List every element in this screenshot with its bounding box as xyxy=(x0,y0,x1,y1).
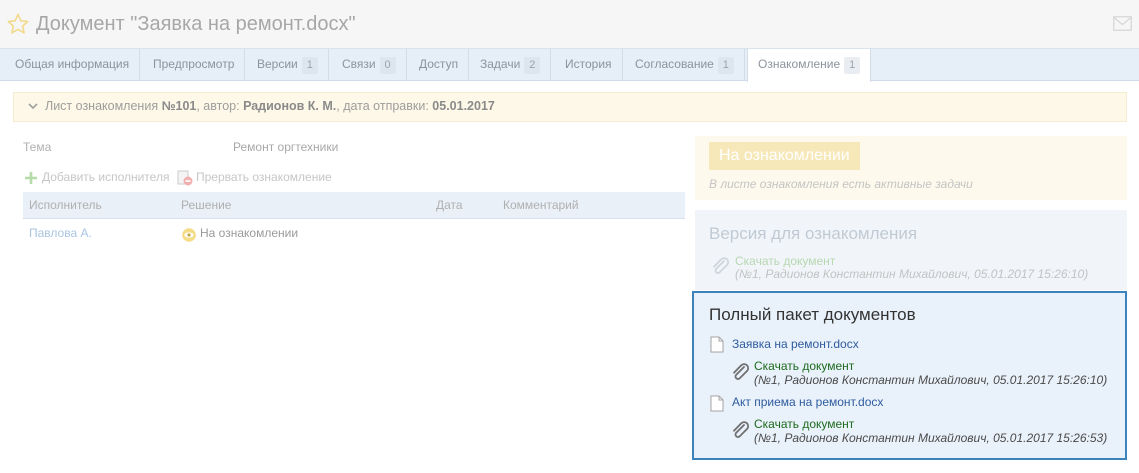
paperclip-icon xyxy=(733,363,750,380)
date-label: , дата отправки: xyxy=(336,99,433,113)
tab-label: История xyxy=(565,57,612,71)
tab-general[interactable]: Общая информация xyxy=(5,49,141,80)
tab-access[interactable]: Доступ xyxy=(409,49,470,80)
column-header-decision[interactable]: Решение xyxy=(181,198,231,212)
tab-label: Доступ xyxy=(419,57,459,71)
executors-table-header xyxy=(23,192,685,219)
stop-review-button[interactable]: Прервать ознакомление xyxy=(196,170,332,184)
chevron-down-icon[interactable] xyxy=(27,100,39,112)
status-note: В листе ознакомления есть активные задач… xyxy=(709,177,973,191)
count-badge: 2 xyxy=(524,57,541,74)
tab-label: Ознакомление xyxy=(758,57,841,71)
package-download-link[interactable]: Скачать документ xyxy=(754,417,854,431)
tab-label: Задачи xyxy=(480,57,521,71)
tab-approval[interactable]: Согласование 1 xyxy=(625,49,745,80)
package-download-link[interactable]: Скачать документ xyxy=(754,359,854,373)
tab-label: Связи xyxy=(342,57,376,71)
add-executor-button[interactable]: Добавить исполнителя xyxy=(42,170,169,184)
package-title: Полный пакет документов xyxy=(709,305,916,324)
sheet-date: 05.01.2017 xyxy=(432,99,495,113)
eye-icon xyxy=(182,228,196,242)
topic-label: Тема xyxy=(23,140,52,154)
document-icon xyxy=(710,395,724,412)
executor-link[interactable]: Павлова А. xyxy=(29,226,92,240)
paperclip-icon xyxy=(733,421,750,438)
stop-document-icon[interactable] xyxy=(177,170,193,186)
envelope-icon[interactable] xyxy=(1113,16,1132,31)
column-header-comment[interactable]: Комментарий xyxy=(503,198,579,212)
tab-history[interactable]: История xyxy=(555,49,623,80)
tab-versions[interactable]: Версии 1 xyxy=(247,49,329,80)
count-badge: 1 xyxy=(301,57,318,74)
package-file-meta: (№1, Радионов Константин Михайлович, 05.… xyxy=(754,431,1108,445)
tab-label: Предпросмотр xyxy=(153,57,235,71)
count-badge: 1 xyxy=(717,57,734,74)
tab-acquaintance[interactable]: Ознакомление 1 xyxy=(747,49,872,82)
version-title: Версия для ознакомления xyxy=(709,224,918,243)
sheet-prefix: Лист ознакомления xyxy=(45,99,162,113)
status-badge: На ознакомлении xyxy=(709,142,860,170)
count-badge: 0 xyxy=(379,57,396,74)
author-label: , автор: xyxy=(196,99,244,113)
tab-label: Общая информация xyxy=(15,57,130,71)
sheet-author: Радионов К. М. xyxy=(243,99,337,113)
topic-value: Ремонт оргтехники xyxy=(233,140,339,154)
count-badge: 1 xyxy=(844,57,861,74)
tab-label: Версии xyxy=(257,57,298,71)
star-icon[interactable] xyxy=(6,12,30,36)
package-file-link[interactable]: Акт приема на ремонт.docx xyxy=(732,395,883,409)
tab-links[interactable]: Связи 0 xyxy=(332,49,407,80)
package-file-meta: (№1, Радионов Константин Михайлович, 05.… xyxy=(754,373,1108,387)
tab-label: Согласование xyxy=(635,57,714,71)
document-icon xyxy=(710,336,724,353)
plus-icon[interactable] xyxy=(24,171,38,185)
sheet-summary: Лист ознакомления №101, автор: Радионов … xyxy=(45,99,495,113)
version-meta: (№1, Радионов Константин Михайлович, 05.… xyxy=(735,267,1089,281)
package-file-link[interactable]: Заявка на ремонт.docx xyxy=(732,337,859,351)
column-header-date[interactable]: Дата xyxy=(436,198,463,212)
tab-preview[interactable]: Предпросмотр xyxy=(143,49,246,80)
column-header-executor[interactable]: Исполнитель xyxy=(29,198,102,212)
tab-tasks[interactable]: Задачи 2 xyxy=(470,49,552,80)
sheet-number: №101 xyxy=(161,99,197,113)
paperclip-icon xyxy=(713,257,730,274)
version-download-link[interactable]: Скачать документ xyxy=(735,254,835,268)
page-title: Документ "Заявка на ремонт.docx" xyxy=(36,13,356,35)
decision-status: На ознакомлении xyxy=(200,226,299,240)
